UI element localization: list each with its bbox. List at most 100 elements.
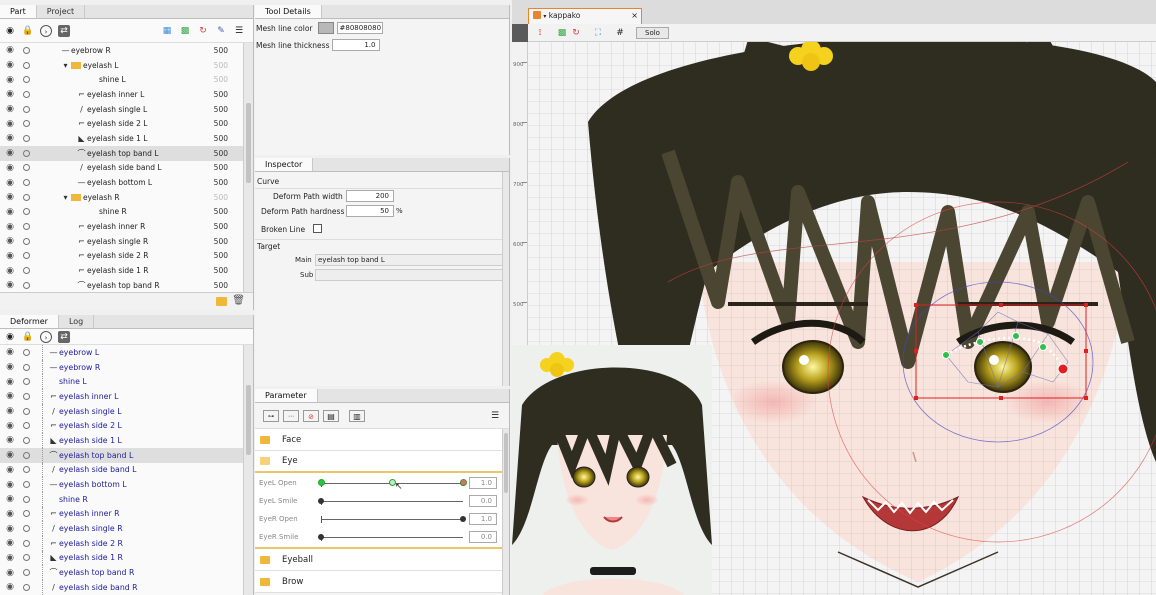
- main-target-field[interactable]: eyelash top band L: [315, 254, 505, 266]
- deformer-list-item[interactable]: ◉ ⌒ eyelash top band R: [0, 565, 243, 580]
- visibility-eye-icon[interactable]: ◉: [5, 362, 15, 372]
- lock-circle-icon[interactable]: [23, 392, 30, 400]
- visibility-eye-icon[interactable]: ◉: [5, 480, 15, 490]
- part-list-item[interactable]: ◉ ⌐ eyelash single R 500: [0, 234, 243, 249]
- path-tool-icon[interactable]: ⟟: [534, 27, 546, 39]
- glue-icon[interactable]: ▩: [179, 25, 191, 37]
- visibility-eye-icon[interactable]: ◉: [5, 222, 15, 232]
- eye-icon[interactable]: ◉: [4, 331, 16, 343]
- lock-circle-icon[interactable]: [23, 495, 30, 503]
- new-folder-icon[interactable]: [216, 297, 227, 306]
- deformer-list-item[interactable]: ◉ shine R: [0, 491, 243, 507]
- visibility-eye-icon[interactable]: ◉: [5, 163, 15, 173]
- lock-circle-icon[interactable]: [23, 436, 30, 444]
- lock-circle-icon[interactable]: [23, 61, 30, 69]
- slider-knob[interactable]: [318, 498, 324, 504]
- visibility-eye-icon[interactable]: ◉: [5, 89, 15, 99]
- group-brow[interactable]: Brow: [255, 571, 509, 593]
- lock-circle-icon[interactable]: [23, 510, 30, 518]
- deform-hardness-field[interactable]: 50: [346, 205, 394, 217]
- keyframe-right[interactable]: [460, 479, 467, 486]
- visibility-eye-icon[interactable]: ◉: [5, 280, 15, 290]
- lock-circle-icon[interactable]: [23, 76, 30, 84]
- lock-circle-icon[interactable]: [23, 46, 30, 54]
- tab-tool-details[interactable]: Tool Details: [255, 5, 322, 18]
- mesh-line-color-swatch[interactable]: [317, 22, 334, 34]
- lock-circle-icon[interactable]: [23, 481, 30, 489]
- deformer-list-item[interactable]: ◉ ⌐ eyelash inner L: [0, 389, 243, 404]
- mesh-icon[interactable]: ▦: [161, 25, 173, 37]
- visibility-eye-icon[interactable]: ◉: [5, 391, 15, 401]
- trash-icon[interactable]: 🗑: [232, 295, 245, 306]
- visibility-eye-icon[interactable]: ◉: [5, 568, 15, 578]
- lock-circle-icon[interactable]: [23, 554, 30, 562]
- mesh-line-thickness-field[interactable]: 1.0: [332, 39, 381, 51]
- deformer-list-item[interactable]: ◉ ⌐ eyelash side 2 L: [0, 418, 243, 434]
- visibility-eye-icon[interactable]: ◉: [5, 236, 15, 246]
- visibility-eye-icon[interactable]: ◉: [5, 524, 15, 534]
- deformer-list-item[interactable]: ◉ shine L: [0, 374, 243, 390]
- parameter-value-field[interactable]: 0.0: [469, 495, 497, 507]
- lock-circle-icon[interactable]: [23, 90, 30, 98]
- eye-icon[interactable]: ◉: [4, 25, 16, 37]
- group-eyeball[interactable]: Eyeball: [255, 549, 509, 571]
- visibility-eye-icon[interactable]: ◉: [5, 509, 15, 519]
- tab-inspector[interactable]: Inspector: [255, 158, 314, 171]
- visibility-eye-icon[interactable]: ◉: [5, 582, 15, 592]
- visibility-eye-icon[interactable]: ◉: [5, 538, 15, 548]
- deformer-list-item[interactable]: ◉ / eyelash single L: [0, 403, 243, 419]
- rotate-red-icon[interactable]: ↻: [570, 27, 582, 39]
- slider-track[interactable]: [321, 537, 463, 538]
- lock-circle-icon[interactable]: [23, 569, 30, 577]
- lock-circle-icon[interactable]: [23, 525, 30, 533]
- deformer-list-item[interactable]: ◉ ◣ eyelash side 1 R: [0, 550, 243, 566]
- menu-icon[interactable]: ☰: [233, 25, 245, 37]
- tab-parameter[interactable]: Parameter: [255, 389, 318, 402]
- fit-icon[interactable]: ⛶: [592, 27, 604, 39]
- visibility-eye-icon[interactable]: ◉: [5, 251, 15, 261]
- visibility-eye-icon[interactable]: ◉: [5, 377, 15, 387]
- part-list-item[interactable]: ◉ ⌐ eyelash inner R 500: [0, 219, 243, 234]
- deformer-list-item[interactable]: ◉ — eyebrow R: [0, 359, 243, 375]
- lock-circle-icon[interactable]: [23, 348, 30, 356]
- lock-icon[interactable]: 🔒: [22, 331, 34, 343]
- lock-circle-icon[interactable]: [23, 378, 30, 386]
- visibility-eye-icon[interactable]: ◉: [5, 347, 15, 357]
- key-delete-icon[interactable]: ⊘: [303, 409, 319, 422]
- visibility-eye-icon[interactable]: ◉: [5, 60, 15, 70]
- lock-circle-icon[interactable]: [23, 252, 30, 260]
- lock-circle-icon[interactable]: [23, 267, 30, 275]
- part-list-item[interactable]: ◉ ⌐ eyelash side 2 R 500: [0, 249, 243, 264]
- keyframe-left[interactable]: [318, 479, 325, 486]
- expand-icon[interactable]: ›: [40, 24, 52, 37]
- lock-circle-icon[interactable]: [23, 179, 30, 187]
- tab-deformer[interactable]: Deformer: [0, 315, 59, 328]
- part-list-item[interactable]: ◉ ⌐ eyelash side 2 L 500: [0, 116, 243, 131]
- pen-icon[interactable]: ✎: [215, 25, 227, 37]
- table-icon[interactable]: ▤: [323, 409, 339, 422]
- group-eye[interactable]: Eye: [255, 451, 509, 473]
- grid-icon[interactable]: #: [614, 27, 626, 39]
- visibility-eye-icon[interactable]: ◉: [5, 421, 15, 431]
- tab-project[interactable]: Project: [37, 5, 86, 18]
- lock-circle-icon[interactable]: [23, 120, 30, 128]
- lock-circle-icon[interactable]: [23, 208, 30, 216]
- close-icon[interactable]: ×: [631, 9, 638, 23]
- deformer-scrollbar[interactable]: [243, 345, 253, 595]
- visibility-eye-icon[interactable]: ◉: [5, 406, 15, 416]
- lock-circle-icon[interactable]: [23, 223, 30, 231]
- group-face[interactable]: Face: [255, 429, 509, 451]
- lock-circle-icon[interactable]: [23, 422, 30, 430]
- sub-target-field[interactable]: [315, 269, 505, 281]
- lock-circle-icon[interactable]: [23, 105, 30, 113]
- solo-button[interactable]: Solo: [636, 26, 669, 39]
- deformer-list-item[interactable]: ◉ — eyebrow L: [0, 345, 243, 360]
- lock-circle-icon[interactable]: [23, 466, 30, 474]
- tab-kappako[interactable]: ▾ kappako ×: [528, 8, 642, 24]
- deformer-list-item[interactable]: ◉ ⌐ eyelash inner R: [0, 506, 243, 522]
- deformer-list-item[interactable]: ◉ ⌒ eyelash top band L: [0, 447, 243, 463]
- parameter-value-field[interactable]: 1.0: [469, 477, 497, 489]
- swap-icon[interactable]: ⇄: [58, 330, 70, 343]
- key-three-icon[interactable]: ⋯: [283, 409, 299, 422]
- part-list-item[interactable]: ◉ ◣ eyelash side 1 L 500: [0, 131, 243, 146]
